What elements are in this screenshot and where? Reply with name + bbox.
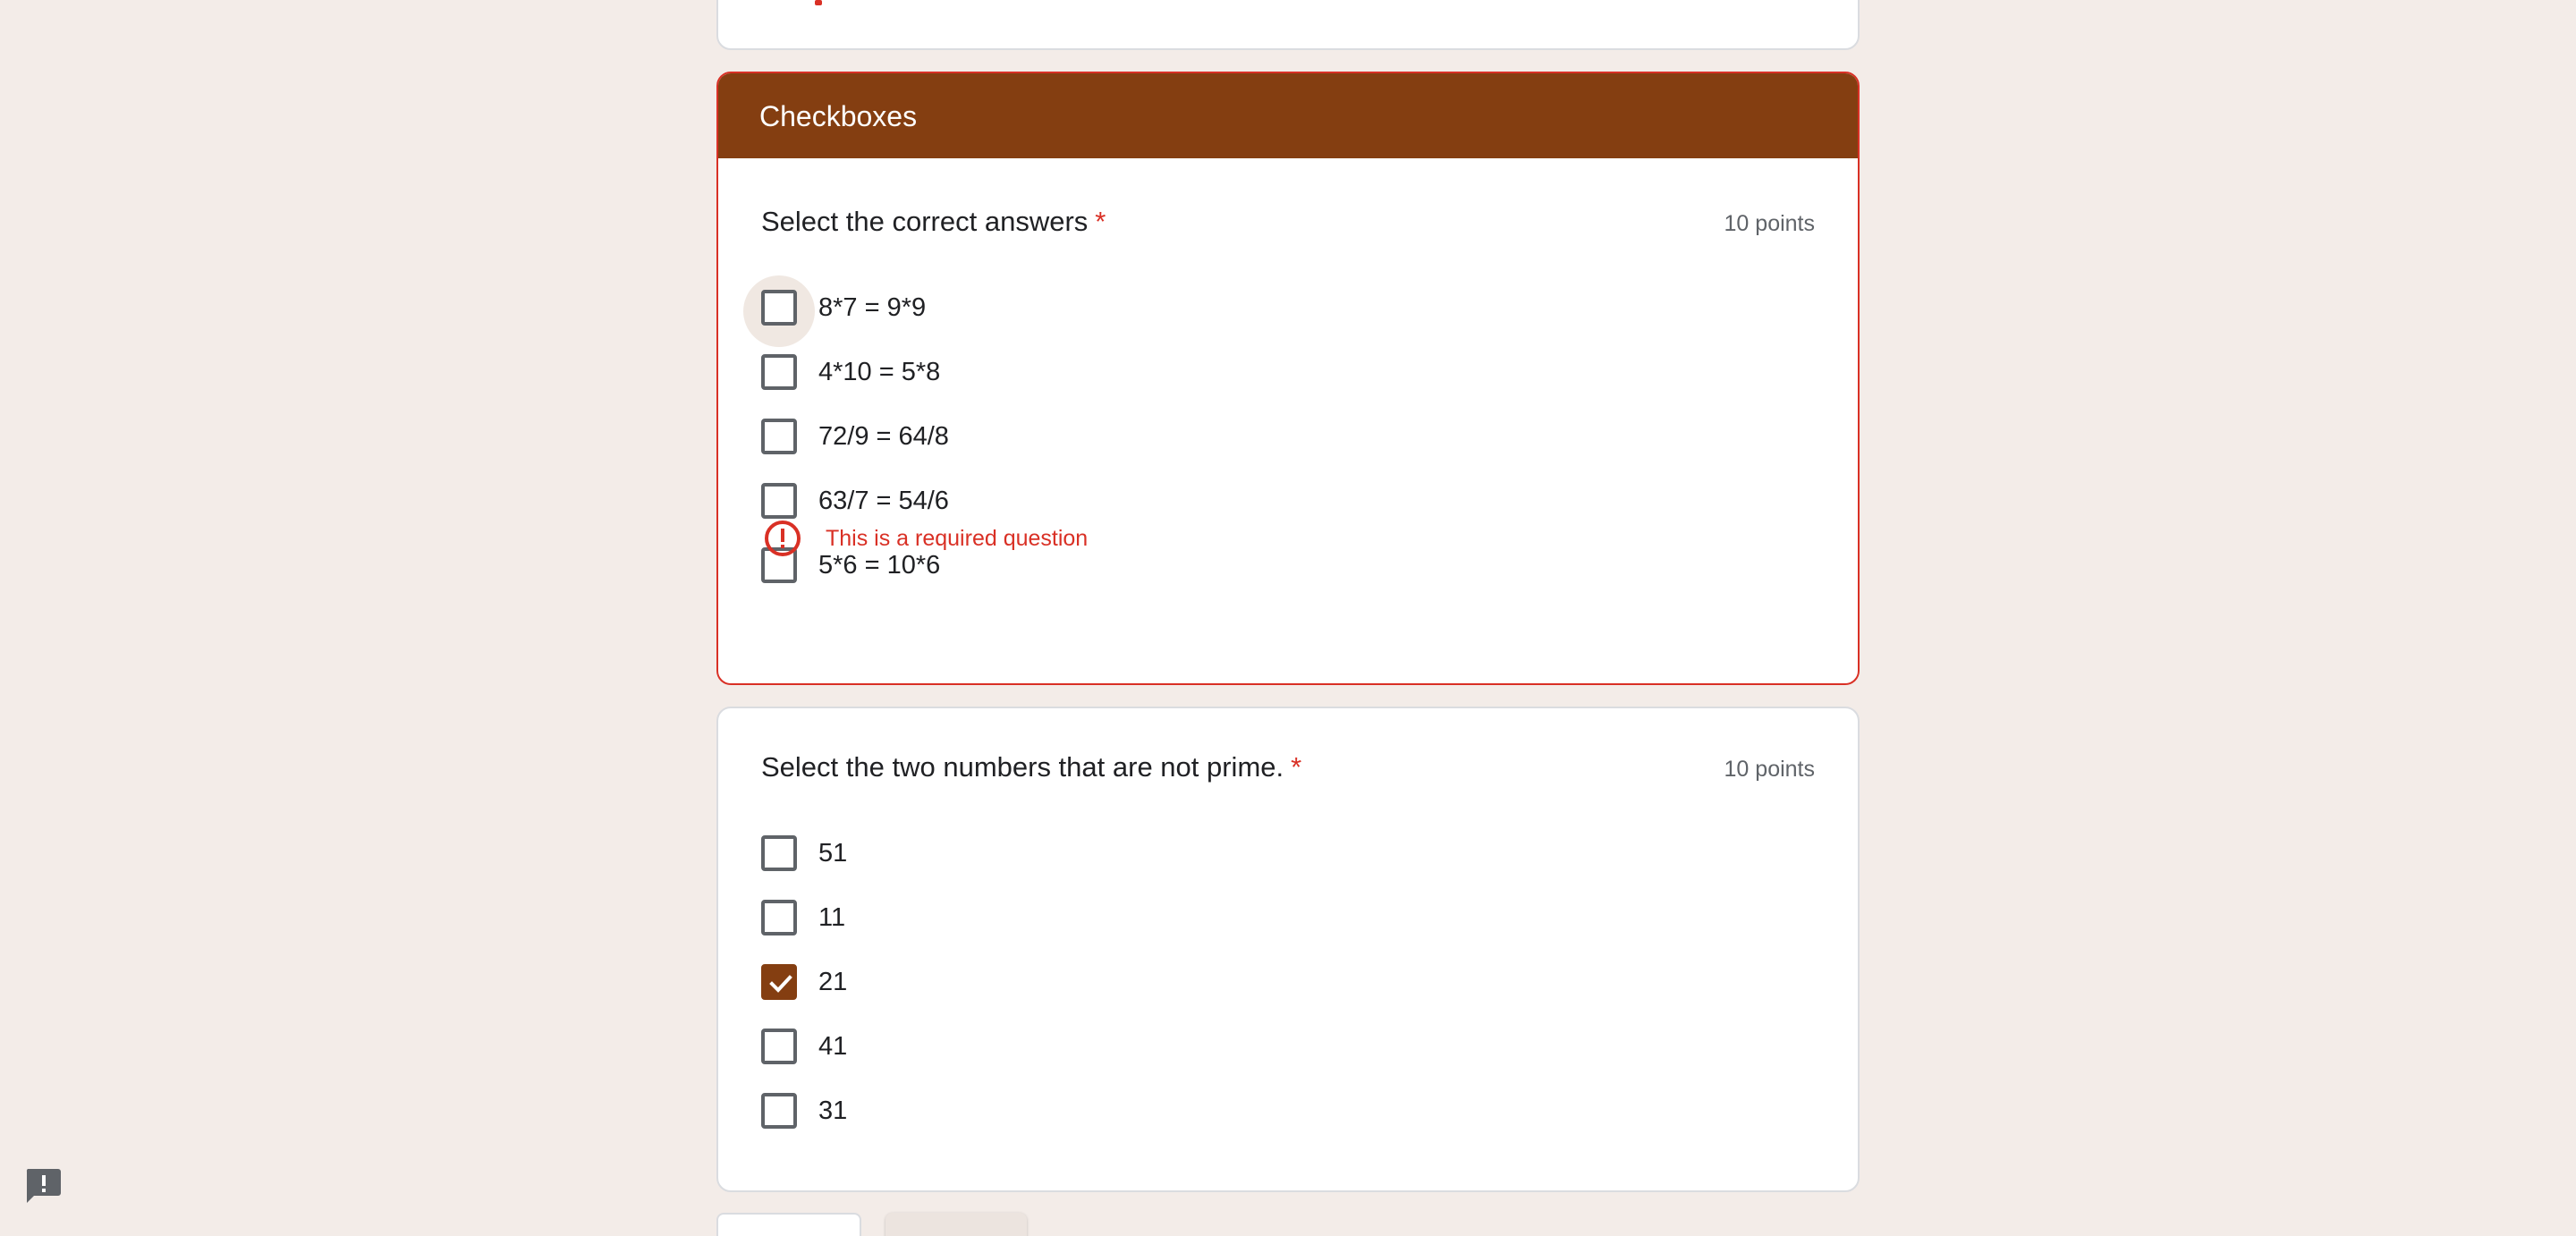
feedback-icon[interactable] xyxy=(23,1166,63,1206)
required-marker-fragment xyxy=(815,0,822,5)
question-title: Select the correct answers * xyxy=(761,204,1106,240)
question-card: Select the two numbers that are not prim… xyxy=(716,707,1860,1192)
previous-question-card xyxy=(716,0,1860,50)
question-points: 10 points xyxy=(1724,757,1815,782)
option-item[interactable]: 11 xyxy=(761,900,1566,964)
checkbox-checked[interactable] xyxy=(761,964,797,1000)
checkbox[interactable] xyxy=(761,483,797,519)
checkbox[interactable] xyxy=(761,835,797,871)
section-header: Checkboxes xyxy=(718,73,1858,158)
option-label[interactable]: 41 xyxy=(818,1029,847,1064)
option-item[interactable]: 5*6 = 10*6 xyxy=(761,547,1566,612)
option-item[interactable]: 31 xyxy=(761,1093,1566,1157)
options-list: 8*7 = 9*9 4*10 = 5*8 72/9 = 64/8 63/7 = … xyxy=(743,275,1566,612)
required-asterisk: * xyxy=(1095,206,1106,237)
option-item[interactable]: 21 xyxy=(761,964,1566,1029)
back-button[interactable] xyxy=(716,1213,861,1236)
checkboxes-section-card: Checkboxes Select the correct answers * 1… xyxy=(716,72,1860,685)
option-label[interactable]: 8*7 = 9*9 xyxy=(818,290,926,326)
question-title-text: Select the two numbers that are not prim… xyxy=(761,751,1284,783)
form-page: Checkboxes Select the correct answers * 1… xyxy=(0,0,2576,1236)
option-label[interactable]: 21 xyxy=(818,964,847,1000)
checkbox[interactable] xyxy=(761,290,797,326)
error-circle-icon xyxy=(763,519,802,563)
question-title: Select the two numbers that are not prim… xyxy=(761,749,1301,785)
option-label[interactable]: 51 xyxy=(818,835,847,871)
next-button[interactable] xyxy=(886,1213,1027,1236)
checkbox[interactable] xyxy=(761,900,797,935)
option-label[interactable]: 63/7 = 54/6 xyxy=(818,483,949,519)
checkbox[interactable] xyxy=(761,1029,797,1064)
option-label[interactable]: 4*10 = 5*8 xyxy=(818,354,940,390)
checkbox[interactable] xyxy=(761,1093,797,1129)
check-icon xyxy=(769,975,792,993)
question-title-text: Select the correct answers xyxy=(761,206,1089,237)
option-item[interactable]: 72/9 = 64/8 xyxy=(761,419,1566,483)
option-label[interactable]: 72/9 = 64/8 xyxy=(818,419,949,454)
question-points: 10 points xyxy=(1724,211,1815,236)
options-list: 51 11 21 41 31 xyxy=(761,835,1566,1157)
error-text: This is a required question xyxy=(826,526,1089,551)
option-item[interactable]: 51 xyxy=(761,835,1566,900)
option-item[interactable]: 41 xyxy=(761,1029,1566,1093)
option-item[interactable]: 4*10 = 5*8 xyxy=(761,354,1566,419)
checkbox[interactable] xyxy=(761,354,797,390)
option-item[interactable]: 8*7 = 9*9 xyxy=(743,275,1566,354)
option-label[interactable]: 11 xyxy=(818,900,845,935)
checkbox[interactable] xyxy=(761,419,797,454)
option-label[interactable]: 31 xyxy=(818,1093,847,1129)
section-title: Checkboxes xyxy=(759,100,918,132)
required-asterisk: * xyxy=(1291,751,1302,783)
